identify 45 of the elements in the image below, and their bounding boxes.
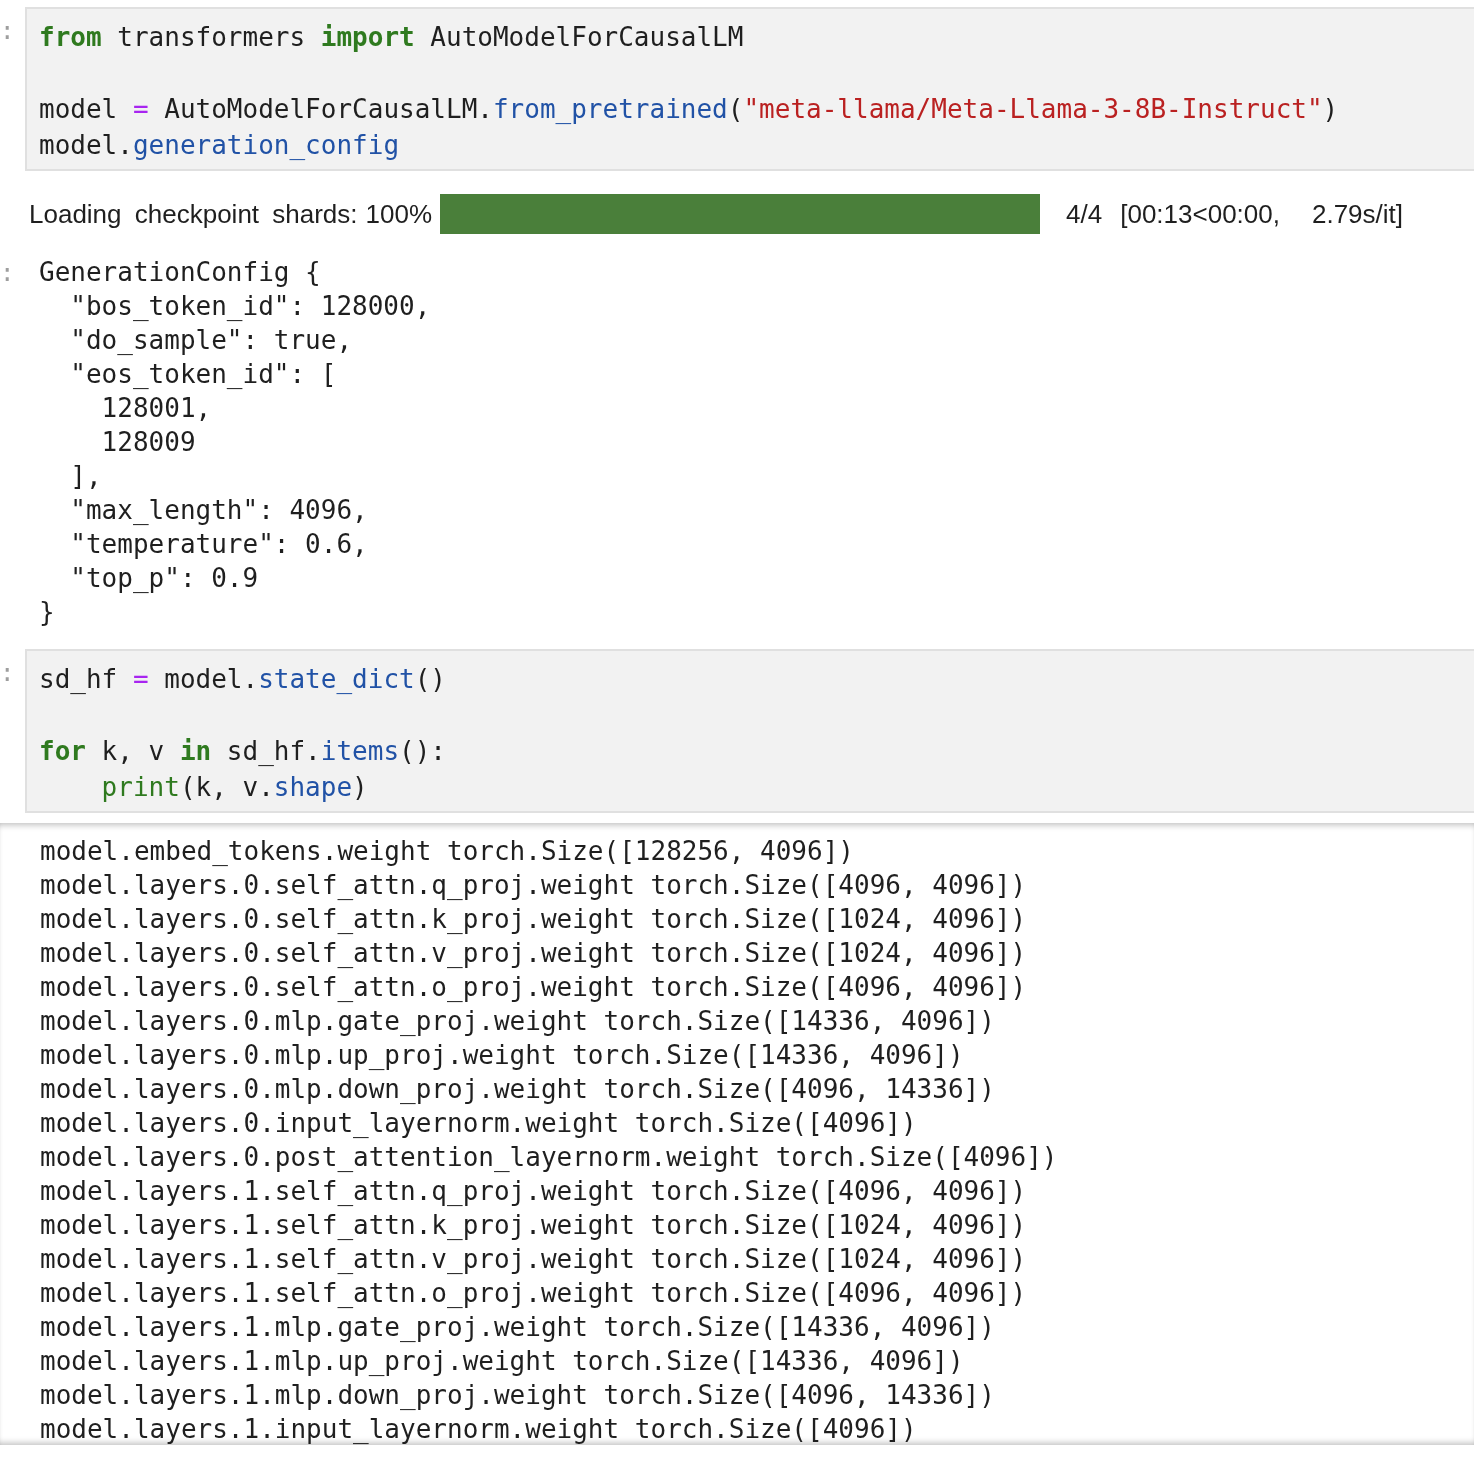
output-line: GenerationConfig { <box>39 256 322 289</box>
code-line: from transformers import AutoModelForCausalLM <box>39 21 745 54</box>
cell-prompt: : <box>0 258 16 289</box>
output-line: model.layers.0.post_attention_layernorm.weight torch.Size([4096]) <box>40 1141 1059 1174</box>
cell-prompt: : <box>0 658 16 689</box>
code-line: print(k, v.shape) <box>100 771 369 804</box>
output-line: "top_p": 0.9 <box>69 562 260 595</box>
output-line: model.layers.1.mlp.down_proj.weight torch.Size([4096, 14336]) <box>40 1379 996 1412</box>
progress-label: Loading checkpoint shards: <box>29 198 358 230</box>
output-line: "max_length": 4096, <box>69 494 369 527</box>
output-line: model.embed_tokens.weight torch.Size([128256, 4096]) <box>40 835 855 868</box>
output-line: ], <box>69 460 103 493</box>
output-line: model.layers.0.mlp.down_proj.weight torch.Size([4096, 14336]) <box>40 1073 996 1106</box>
output-line: } <box>39 596 56 629</box>
output-line: "eos_token_id": [ <box>69 358 338 391</box>
output-line: model.layers.1.self_attn.k_proj.weight torch.Size([1024, 4096]) <box>40 1209 1028 1242</box>
output-line: model.layers.1.self_attn.q_proj.weight torch.Size([4096, 4096]) <box>40 1175 1028 1208</box>
code-cell[interactable]: sd_hf = model.state_dict() for k, v in sd_hf.items(): print(k, v.shape) <box>25 649 1474 813</box>
output-line: model.layers.1.mlp.up_proj.weight torch.Size([14336, 4096]) <box>40 1345 965 1378</box>
output-line: model.layers.0.input_layernorm.weight torch.Size([4096]) <box>40 1107 918 1140</box>
output-line: model.layers.0.mlp.up_proj.weight torch.Size([14336, 4096]) <box>40 1039 965 1072</box>
output-line: model.layers.1.mlp.gate_proj.weight torch.Size([14336, 4096]) <box>40 1311 996 1344</box>
cell-prompt: : <box>0 16 16 47</box>
progress-rate: 2.79s/it] <box>1311 198 1404 230</box>
output-line: model.layers.1.input_layernorm.weight torch.Size([4096]) <box>40 1413 918 1445</box>
output-line: "do_sample": true, <box>69 324 354 357</box>
progress-percent: 100% <box>365 198 433 230</box>
output-line: "temperature": 0.6, <box>69 528 369 561</box>
code-line: for k, v in sd_hf.items(): <box>39 735 448 768</box>
output-line: model.layers.0.self_attn.v_proj.weight torch.Size([1024, 4096]) <box>40 937 1028 970</box>
output-line: model.layers.0.mlp.gate_proj.weight torch.Size([14336, 4096]) <box>40 1005 996 1038</box>
progress-count: 4/4 <box>1066 198 1103 230</box>
progress-time: [00:13<00:00, <box>1120 198 1280 230</box>
output-line: model.layers.1.self_attn.v_proj.weight torch.Size([1024, 4096]) <box>40 1243 1028 1276</box>
code-line: sd_hf = model.state_dict() <box>39 663 447 696</box>
output-line: "bos_token_id": 128000, <box>69 290 431 323</box>
output-line: 128009 <box>100 426 197 459</box>
output-line: model.layers.1.self_attn.o_proj.weight torch.Size([4096, 4096]) <box>40 1277 1028 1310</box>
code-line: model = AutoModelForCausalLM.from_pretrained("meta-llama/Meta-Llama-3-8B-Instruct") <box>39 93 1340 126</box>
output-line: model.layers.0.self_attn.q_proj.weight torch.Size([4096, 4096]) <box>40 869 1028 902</box>
output-line: model.layers.0.self_attn.k_proj.weight torch.Size([1024, 4096]) <box>40 903 1028 936</box>
code-cell[interactable]: from transformers import AutoModelForCausalLM model = AutoModelForCausalLM.from_pretrained("meta-llama/Meta-Llama-3-8B-Instruct") model.generation_config <box>25 7 1474 171</box>
output-line: model.layers.0.self_attn.o_proj.weight torch.Size([4096, 4096]) <box>40 971 1028 1004</box>
output-line: 128001, <box>100 392 213 425</box>
code-line: model.generation_config <box>39 129 401 162</box>
